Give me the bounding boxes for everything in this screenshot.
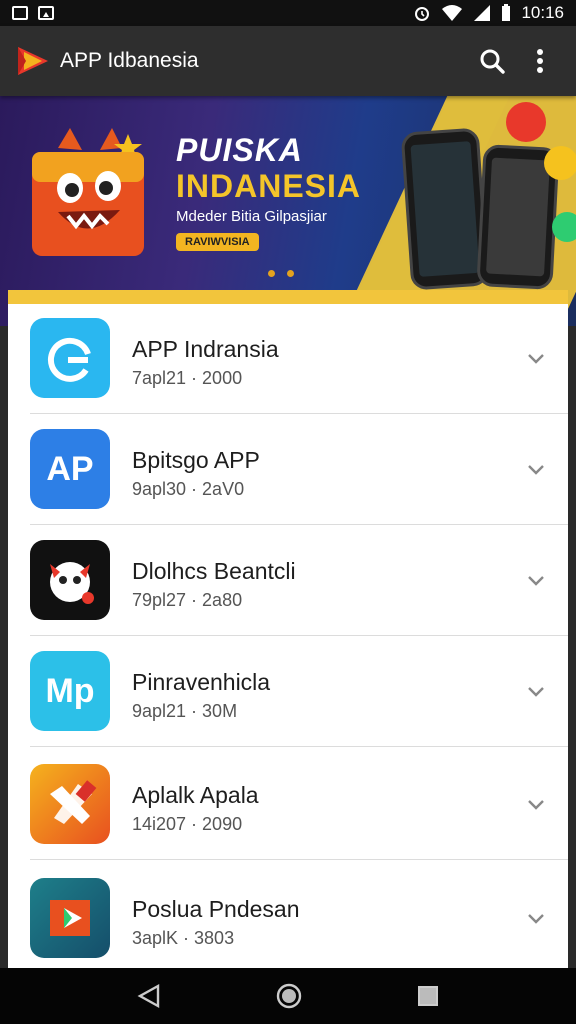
app-bar: APP Idbanesia: [0, 26, 576, 96]
app-icon-label: Mp: [45, 671, 95, 710]
notification-gallery-icon: [38, 6, 54, 20]
app-name: Dlolhcs Beantcli: [132, 558, 296, 584]
app-icon: [30, 540, 110, 620]
divider: [30, 859, 568, 860]
more-vert-icon: [537, 49, 543, 73]
list-item[interactable]: Mp Pinravenhicla 9apl21 · 30M: [8, 637, 568, 747]
chevron-down-icon[interactable]: [526, 460, 546, 480]
chevron-down-icon[interactable]: [526, 571, 546, 591]
chat-bubble-icon: [544, 146, 576, 180]
app-meta: 9apl30 · 2aV0: [132, 479, 245, 499]
chevron-down-icon[interactable]: [526, 349, 546, 369]
list-item[interactable]: Dlolhcs Beantcli 79pl27 · 2a80: [8, 526, 568, 636]
app-icon: Mp: [30, 651, 110, 731]
refresh-logo-icon: [47, 337, 91, 382]
banner-title-highlight: INDANESIA: [176, 168, 362, 204]
divider: [30, 635, 568, 636]
check-bubble-icon: [552, 212, 576, 242]
app-meta: 79pl27 · 2a80: [132, 590, 243, 610]
phone-screen: [410, 141, 480, 277]
list-item[interactable]: Aplalk Apala 14i207 · 2090: [8, 750, 568, 860]
app-icon: [30, 764, 110, 844]
app-meta: 3aplK · 3803: [132, 928, 235, 948]
overflow-menu-button[interactable]: [520, 41, 560, 81]
system-nav-bar: [0, 968, 576, 1024]
app-name: Bpitsgo APP: [132, 447, 260, 473]
app-meta: 9apl21 · 30M: [132, 701, 238, 721]
phone-mockup: [400, 127, 490, 291]
search-icon: [480, 49, 505, 74]
app-meta: 7apl21 · 2000: [132, 368, 243, 388]
mascot-face-icon: [50, 562, 94, 604]
app-name: Pinravenhicla: [132, 669, 271, 695]
app-logo-icon: [18, 47, 48, 75]
carousel-dot[interactable]: [268, 270, 275, 277]
chevron-down-icon[interactable]: [526, 682, 546, 702]
banner-title: PUISKA: [176, 132, 303, 168]
phone-screen: [486, 157, 550, 277]
play-store-icon: [50, 900, 90, 936]
back-icon[interactable]: [136, 983, 162, 1009]
recents-icon[interactable]: [416, 984, 440, 1008]
app-icon: AP: [30, 429, 110, 509]
tools-icon: [50, 780, 97, 824]
app-icon-label: AP: [46, 449, 94, 488]
app-icon: [30, 878, 110, 958]
carousel-dot[interactable]: [287, 270, 294, 277]
status-time: 10:16: [521, 3, 564, 22]
app-title: APP Idbanesia: [60, 49, 199, 72]
list-item[interactable]: AP Bpitsgo APP 9apl30 · 2aV0: [8, 415, 568, 525]
chevron-down-icon[interactable]: [526, 909, 546, 929]
search-button[interactable]: [472, 41, 512, 81]
banner-badge[interactable]: RAVIWVISIA: [176, 233, 259, 251]
notification-image-icon: [12, 6, 28, 20]
app-name: Aplalk Apala: [132, 782, 259, 808]
status-bar: 10:16: [0, 0, 576, 26]
list-item[interactable]: Poslua Pndesan 3aplK · 3803: [8, 864, 568, 970]
home-icon[interactable]: [275, 982, 303, 1010]
app-name: Poslua Pndesan: [132, 896, 300, 922]
carousel-indicator: [268, 270, 294, 277]
battery-icon: [502, 4, 511, 21]
app-meta: 14i207 · 2090: [132, 814, 243, 834]
app-list-card: APP Indransia 7apl21 · 2000 AP Bpitsgo A…: [8, 290, 568, 970]
signal-icon: [474, 5, 491, 21]
mascot-box-icon: [32, 128, 144, 256]
alarm-icon: [415, 7, 430, 21]
divider: [30, 413, 568, 414]
divider: [30, 746, 568, 747]
chevron-down-icon[interactable]: [526, 795, 546, 815]
banner-subtitle: Mdeder Bitia Gilpasjiar: [176, 208, 327, 225]
wifi-icon: [442, 5, 463, 21]
list-item[interactable]: APP Indransia 7apl21 · 2000: [8, 304, 568, 414]
app-name: APP Indransia: [132, 336, 279, 362]
divider: [30, 524, 568, 525]
chat-bubble-icon: [506, 102, 546, 142]
app-icon: [30, 318, 110, 398]
